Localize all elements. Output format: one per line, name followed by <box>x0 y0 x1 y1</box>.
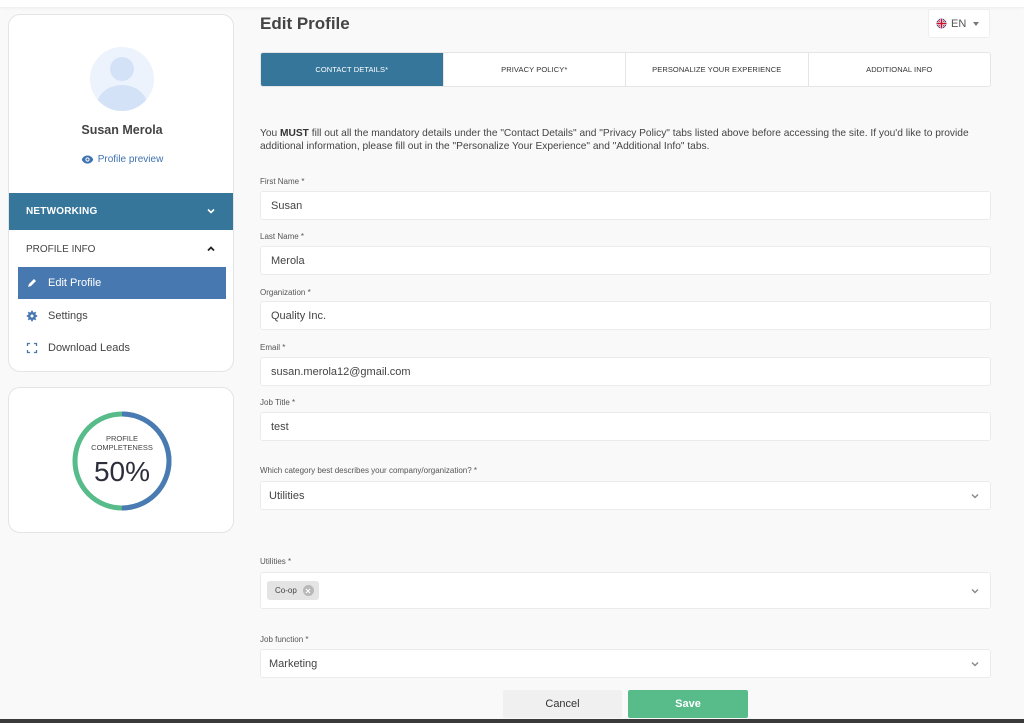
job-function-value: Marketing <box>269 657 318 670</box>
email-field[interactable]: susan.merola12@gmail.com <box>260 357 991 386</box>
avatar-head-icon <box>110 57 134 81</box>
notice-text: fill out all the mandatory details under… <box>260 128 969 152</box>
utilities-multiselect[interactable]: Co-op <box>260 572 991 609</box>
gear-icon <box>26 310 38 322</box>
organization-label: Organization * <box>260 288 311 297</box>
organization-field[interactable]: Quality Inc. <box>260 301 991 330</box>
job-title-label: Job Title * <box>260 398 296 407</box>
sidebar-item-settings[interactable]: Settings <box>18 300 226 332</box>
last-name-field[interactable]: Merola <box>260 246 991 275</box>
tab-personalize-experience[interactable]: PERSONALIZE YOUR EXPERIENCE <box>625 53 808 86</box>
completeness-label: PROFILE COMPLETENESS <box>71 434 173 452</box>
cancel-button[interactable]: Cancel <box>503 690 622 718</box>
tab-additional-info[interactable]: ADDITIONAL INFO <box>807 53 991 86</box>
chip-remove-icon[interactable] <box>302 585 314 596</box>
last-name-label: Last Name * <box>260 232 305 241</box>
profile-completeness-card: PROFILE COMPLETENESS 50% <box>8 387 234 533</box>
page-title: Edit Profile <box>260 14 350 33</box>
language-label: EN <box>951 17 967 30</box>
completeness-label-line2: COMPLETENESS <box>91 443 153 452</box>
pencil-icon <box>28 279 36 287</box>
completeness-value: 50% <box>93 456 151 487</box>
utilities-label: Utilities * <box>260 557 292 566</box>
chevron-up-icon <box>207 246 215 252</box>
job-title-field[interactable]: test <box>260 412 991 441</box>
completeness-label-line1: PROFILE <box>105 434 139 443</box>
first-name-field[interactable]: Susan <box>260 191 991 220</box>
nav-section-label: NETWORKING <box>26 206 98 217</box>
first-name-label: First Name * <box>260 177 305 186</box>
notice-emphasis: MUST <box>280 128 309 139</box>
profile-tabs: CONTACT DETAILS* PRIVACY POLICY* PERSONA… <box>260 52 991 87</box>
category-label: Which category best describes your compa… <box>260 466 477 475</box>
category-select[interactable]: Utilities <box>260 481 991 510</box>
profile-card: Susan Merola Profile preview NETWORKING … <box>8 14 234 372</box>
profile-preview-link[interactable]: Profile preview <box>9 153 233 166</box>
nav-section-profile-info[interactable]: PROFILE INFO <box>9 235 233 263</box>
utilities-chip: Co-op <box>267 581 319 600</box>
top-bar <box>0 0 1024 7</box>
nav-section-label: PROFILE INFO <box>26 243 96 255</box>
avatar <box>90 47 154 111</box>
scan-icon <box>26 342 38 354</box>
completeness-gauge: PROFILE COMPLETENESS 50% <box>71 410 173 512</box>
caret-down-icon <box>973 21 980 26</box>
sidebar-item-label: Edit Profile <box>48 277 102 289</box>
mandatory-notice: You MUST fill out all the mandatory deta… <box>260 127 990 153</box>
sidebar-item-label: Settings <box>48 310 88 322</box>
chevron-down-icon <box>971 588 979 593</box>
job-function-select[interactable]: Marketing <box>260 649 991 678</box>
category-value: Utilities <box>269 489 305 502</box>
tab-privacy-policy[interactable]: PRIVACY POLICY* <box>442 53 626 86</box>
avatar-body-icon <box>97 85 147 111</box>
uk-flag-icon <box>936 18 947 29</box>
window-bottom-border <box>0 719 1024 723</box>
save-button[interactable]: Save <box>628 690 748 718</box>
eye-icon <box>81 155 93 164</box>
sidebar-item-label: Download Leads <box>48 342 130 354</box>
language-selector[interactable]: EN <box>928 9 990 38</box>
notice-prefix: You <box>260 128 281 139</box>
job-function-label: Job function * <box>260 635 309 644</box>
profile-preview-label: Profile preview <box>97 154 164 165</box>
tab-contact-details[interactable]: CONTACT DETAILS* <box>261 53 443 86</box>
chevron-down-icon <box>971 661 979 666</box>
sidebar-item-edit-profile[interactable]: Edit Profile <box>18 267 226 299</box>
sidebar-item-download-leads[interactable]: Download Leads <box>18 332 226 364</box>
chevron-down-icon <box>971 493 979 498</box>
email-label: Email * <box>260 343 286 352</box>
chevron-down-icon <box>207 208 215 214</box>
chip-label: Co-op <box>275 586 297 595</box>
user-name: Susan Merola <box>81 123 163 137</box>
nav-section-networking[interactable]: NETWORKING <box>9 193 233 230</box>
